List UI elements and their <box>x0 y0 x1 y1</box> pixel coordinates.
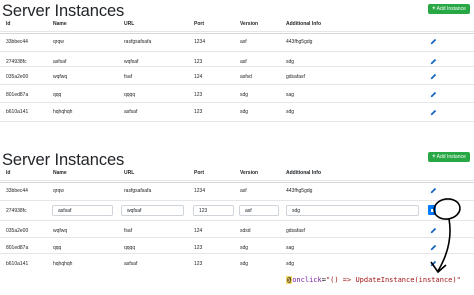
add-instance-button[interactable]: + Add Instance <box>428 4 470 14</box>
pencil-icon <box>430 227 437 234</box>
edit-button[interactable] <box>429 57 438 66</box>
save-button[interactable] <box>428 205 436 215</box>
port-input[interactable]: 123 <box>193 205 234 216</box>
name-input[interactable]: asfsaf <box>52 205 113 216</box>
code-attr: onclick <box>292 276 322 284</box>
table-row-editing: 274938fc asfsaf wqfsaf 123 asf sdg <box>0 200 474 220</box>
cell-port: 123 <box>194 109 203 115</box>
pencil-icon <box>430 244 437 251</box>
cell-name: hqhqhqh <box>53 109 73 115</box>
pencil-icon <box>430 109 437 116</box>
table-row: 33bbec44 qrqw rasfgsafsafa 1234 asf 443f… <box>0 31 474 51</box>
edit-button[interactable] <box>429 243 438 252</box>
edit-button[interactable] <box>429 226 438 235</box>
cell-id: 274938fc <box>6 207 27 214</box>
cell-url: rasfgsafsafa <box>124 187 152 194</box>
cell-info: sdg <box>286 109 295 115</box>
cell-url: asfsaf <box>124 260 138 267</box>
edit-button[interactable] <box>429 108 438 117</box>
edit-button[interactable] <box>429 37 438 46</box>
pencil-icon <box>430 73 437 80</box>
cell-id: 33bbec44 <box>6 38 28 45</box>
cell-id: b610a141 <box>6 109 29 115</box>
cell-id: 33bbec44 <box>6 187 28 194</box>
version-input[interactable]: asf <box>239 205 279 216</box>
cell-version: sdg <box>240 109 249 115</box>
table-row: b610a141 hqhqhqh asfsaf 123 sdg sdg <box>0 253 474 273</box>
cell-name: hqhqhqh <box>53 260 73 267</box>
cell-port: 1234 <box>194 38 206 45</box>
save-icon <box>430 208 434 212</box>
info-input[interactable]: sdg <box>286 205 419 216</box>
cell-version: asf <box>240 187 247 194</box>
cell-version: asf <box>240 38 247 45</box>
cell-info: 443fhg5gdg <box>286 38 313 45</box>
url-input[interactable]: wqfsaf <box>121 205 184 216</box>
cell-url: asfsaf <box>124 109 138 115</box>
pencil-icon <box>430 38 437 45</box>
cell-port: 1234 <box>194 187 206 194</box>
code-value: "() => UpdateInstance(instance)" <box>325 276 461 284</box>
edit-button[interactable] <box>429 72 438 81</box>
cell-name: qrqw <box>53 38 64 45</box>
edit-button[interactable] <box>429 186 438 195</box>
plus-icon: + <box>432 154 436 160</box>
pencil-icon <box>430 58 437 65</box>
table-row: 035a2e00 wqfwq fsaf 124 asfsd gdsafasf <box>0 66 474 86</box>
table-row: 801ed87a qqq qqqq 123 sdg sag <box>0 84 474 104</box>
edit-button[interactable] <box>429 259 438 268</box>
cell-id: b610a141 <box>6 260 29 267</box>
cell-version: sdg <box>240 260 249 267</box>
plus-icon: + <box>432 6 436 12</box>
cell-url: rasfgsafsafa <box>124 38 152 45</box>
pencil-icon <box>430 91 437 98</box>
cell-info: sdg <box>286 260 295 267</box>
pencil-icon <box>430 260 437 267</box>
table-row: b610a141 hqhqhqh asfsaf 123 sdg sdg <box>0 102 474 122</box>
add-instance-button[interactable]: + Add Instance <box>428 152 470 162</box>
cell-port: 123 <box>194 260 203 267</box>
code-annotation: @onclick="() => UpdateInstance(instance)… <box>286 276 461 284</box>
edit-button[interactable] <box>429 90 438 99</box>
cell-info: 443fhg5gdg <box>286 187 313 194</box>
pencil-icon <box>430 187 437 194</box>
cell-name: qrqw <box>53 187 64 194</box>
table-row: 33bbec44 qrqw rasfgsafsafa 1234 asf 443f… <box>0 180 474 200</box>
